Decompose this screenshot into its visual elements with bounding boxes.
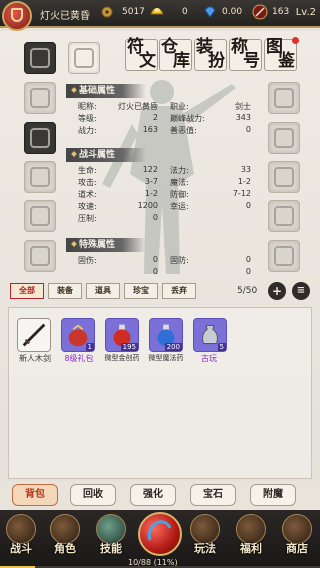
stat-value: 122 bbox=[142, 165, 158, 174]
item-count: 1 bbox=[85, 343, 94, 351]
stat-value: 3-7 bbox=[144, 177, 158, 186]
filter-items[interactable]: 道具 bbox=[86, 283, 120, 299]
filter-treasure[interactable]: 珍宝 bbox=[124, 283, 158, 299]
equip-slot-ring-right[interactable] bbox=[268, 200, 300, 232]
stat-value: 0 bbox=[245, 267, 251, 276]
gold-ingot-icon bbox=[150, 8, 164, 15]
combat-attributes-header: 战斗属性 bbox=[66, 148, 146, 162]
player-level: Lv.2 bbox=[295, 7, 316, 18]
tab-enchant[interactable]: 附魔 bbox=[250, 484, 296, 506]
power-icon bbox=[252, 4, 268, 20]
player-name: 灯火已黄昏 bbox=[40, 11, 90, 22]
stat-value: 0 bbox=[152, 267, 158, 276]
stat-value: 1200 bbox=[137, 201, 158, 210]
item-name: 古玩 bbox=[201, 354, 217, 363]
stat-value: 7-12 bbox=[232, 189, 251, 198]
stat-value: 343 bbox=[235, 113, 251, 122]
copper-amount: 5017 bbox=[122, 7, 145, 17]
stat-value: 剑士 bbox=[235, 102, 251, 111]
tab-recycle[interactable]: 回收 bbox=[70, 484, 116, 506]
nav-skills[interactable]: 技能 bbox=[92, 514, 130, 560]
item-count: 200 bbox=[164, 343, 182, 351]
nav-battle[interactable]: 战斗 bbox=[2, 514, 40, 560]
gold-amount: 0 bbox=[182, 7, 188, 17]
stat-value: 0 bbox=[152, 255, 158, 264]
stat-value: 1-2 bbox=[144, 189, 158, 198]
equip-slot-armor[interactable] bbox=[24, 122, 56, 154]
notification-dot bbox=[292, 37, 299, 44]
stat-value: 2 bbox=[152, 113, 158, 122]
nav-gameplay[interactable]: 玩法 bbox=[186, 514, 224, 560]
expand-bag-button[interactable]: + bbox=[268, 282, 286, 300]
tab-enhance[interactable]: 强化 bbox=[130, 484, 176, 506]
basic-attributes-header: 基础属性 bbox=[66, 84, 146, 98]
hp-mp-orb[interactable] bbox=[138, 512, 182, 556]
equip-slot-bracelet-right[interactable] bbox=[268, 161, 300, 193]
power-amount: 163 bbox=[272, 7, 290, 17]
copper-coin-icon bbox=[101, 6, 113, 18]
bag-slot-hp-potion[interactable]: 195 bbox=[105, 318, 139, 352]
item-name: 新人木剑 bbox=[19, 354, 51, 363]
tab-backpack[interactable]: 背包 bbox=[12, 484, 58, 506]
equip-slot-boots[interactable] bbox=[268, 240, 300, 272]
item-name: 微型金创药 bbox=[104, 354, 140, 362]
diamond-amount: 0.00 bbox=[222, 7, 243, 17]
nav-welfare[interactable]: 福利 bbox=[232, 514, 270, 560]
filter-discard[interactable]: 丢弃 bbox=[162, 283, 196, 299]
sword-icon bbox=[22, 323, 46, 347]
stat-value: 0 bbox=[245, 201, 251, 210]
special-attributes-header: 特殊属性 bbox=[66, 238, 146, 252]
tab-gem[interactable]: 宝石 bbox=[190, 484, 236, 506]
stat-value: 1-2 bbox=[237, 177, 251, 186]
top-bar: 灯火已黄昏 5017 0 0.00 163 Lv.2 bbox=[0, 0, 320, 31]
diamond-icon bbox=[204, 6, 216, 18]
filter-all[interactable]: 全部 bbox=[10, 283, 44, 299]
bag-page-indicator: 5/50 bbox=[237, 286, 258, 296]
stat-value: 0 bbox=[245, 255, 251, 264]
bag-grid: 新人木剑 1 8级礼包 195 微型金创药 200 微型魔法药 5 古玩 bbox=[8, 307, 312, 479]
nav-character[interactable]: 角色 bbox=[46, 514, 84, 560]
bag-slot-mp-potion[interactable]: 200 bbox=[149, 318, 183, 352]
item-name: 微型魔法药 bbox=[148, 354, 184, 362]
stat-value: 33 bbox=[240, 165, 251, 174]
equip-slot-weapon[interactable] bbox=[24, 82, 56, 114]
filter-equipment[interactable]: 装备 bbox=[48, 283, 82, 299]
crest-icon bbox=[11, 8, 23, 22]
bag-slot-gift-pack[interactable]: 1 bbox=[61, 318, 95, 352]
player-avatar[interactable] bbox=[2, 1, 32, 31]
stat-value: 0 bbox=[245, 125, 251, 134]
stat-value: 0 bbox=[152, 213, 158, 222]
equip-slot-necklace-right[interactable] bbox=[268, 122, 300, 154]
tab-collection[interactable]: 图鉴 bbox=[264, 37, 299, 71]
equip-slot-belt[interactable] bbox=[24, 240, 56, 272]
item-name: 8级礼包 bbox=[64, 354, 94, 363]
stat-value: 163 bbox=[142, 125, 158, 134]
equip-slot-helmet-dark[interactable] bbox=[24, 42, 56, 74]
stat-value: 灯火已黄昏 bbox=[118, 102, 158, 111]
item-count: 5 bbox=[217, 343, 226, 351]
bag-slot-antique[interactable]: 5 bbox=[193, 318, 227, 352]
equip-slot-bracelet-left[interactable] bbox=[24, 161, 56, 193]
item-count: 195 bbox=[120, 343, 138, 351]
bottom-navigation: 战斗 角色 技能 玩法 福利 商店 10/88 (11%) bbox=[0, 510, 320, 568]
equip-slot-ring-left[interactable] bbox=[24, 200, 56, 232]
equip-slot-helmet[interactable] bbox=[268, 82, 300, 114]
bag-slot-wood-sword[interactable] bbox=[17, 318, 51, 352]
sort-bag-button[interactable]: ≡ bbox=[292, 282, 310, 300]
nav-shop[interactable]: 商店 bbox=[278, 514, 316, 560]
